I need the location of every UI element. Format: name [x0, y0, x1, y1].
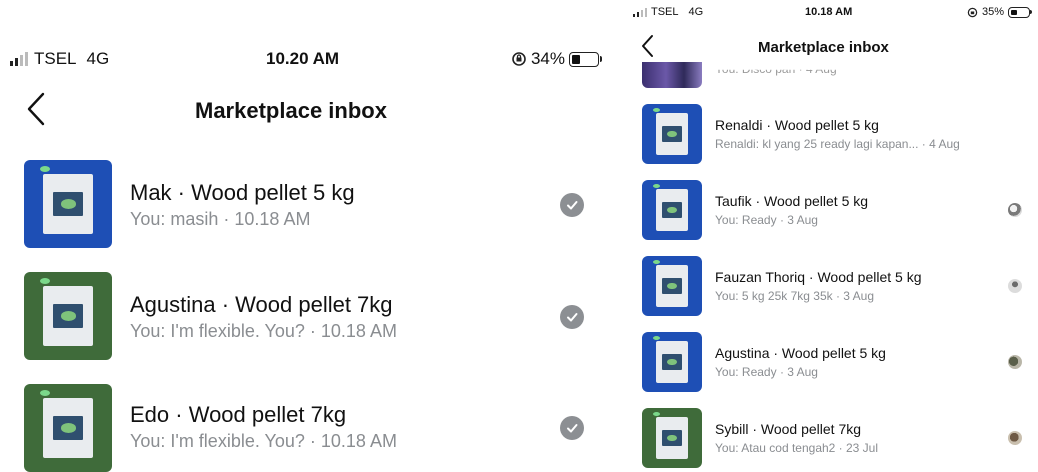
conversation-row[interactable]: Edo · Wood pellet 7kg You: I'm flexible.… — [0, 384, 615, 472]
seen-avatar — [1008, 355, 1022, 369]
right-screen: TSEL 4G 10.18 AM 35% Marketplace inbox Y… — [625, 0, 1038, 472]
listing-thumbnail — [642, 180, 702, 240]
signal-bars-icon — [633, 7, 647, 17]
check-circle-icon — [560, 416, 584, 440]
listing-thumbnail — [642, 408, 702, 468]
conversation-title: Agustina · Wood pellet 5 kg — [715, 345, 886, 361]
conversation-title: Agustina · Wood pellet 7kg — [130, 292, 393, 317]
conversation-row[interactable]: Agustina · Wood pellet 5 kg You: Ready ·… — [625, 332, 1038, 392]
conversation-title: Renaldi · Wood pellet 5 kg — [715, 117, 879, 133]
seen-avatar — [1008, 203, 1022, 217]
battery-percent: 35% — [981, 6, 1004, 18]
status-bar: TSEL 4G 10.20 AM 34% — [0, 46, 615, 72]
page-title: Marketplace inbox — [758, 39, 889, 56]
conversation-preview: You: masih · 10.18 AM — [130, 209, 311, 229]
status-left: TSEL 4G — [633, 6, 703, 18]
conversation-preview: Renaldi: kl yang 25 ready lagi kapan... … — [715, 137, 960, 151]
conversation-row[interactable]: Fauzan Thoriq · Wood pellet 5 kg You: 5 … — [625, 256, 1038, 316]
conversation-preview: You: Ready · 3 Aug — [715, 365, 818, 379]
nav-bar: Marketplace inbox — [625, 32, 1038, 62]
battery-percent: 34% — [530, 49, 565, 68]
nav-bar: Marketplace inbox — [0, 86, 615, 134]
conversation-title: Fauzan Thoriq · Wood pellet 5 kg — [715, 269, 922, 285]
conversation-preview: You: 5 kg 25k 7kg 35k · 3 Aug — [715, 289, 875, 303]
conversation-title: Mak · Wood pellet 5 kg — [130, 180, 355, 205]
conversation-row[interactable]: Renaldi · Wood pellet 5 kg Renaldi: kl y… — [625, 104, 1038, 164]
check-circle-icon — [560, 193, 584, 217]
page-title: Marketplace inbox — [195, 98, 387, 123]
conversation-preview: You: Ready · 3 Aug — [715, 213, 818, 227]
listing-thumbnail — [24, 384, 112, 472]
seen-avatar — [1008, 431, 1022, 445]
network-label: 4G — [86, 49, 110, 68]
status-left: TSEL 4G — [10, 49, 109, 69]
status-time: 10.18 AM — [805, 6, 853, 18]
left-screen: TSEL 4G 10.20 AM 34% Marketplace inbox M… — [0, 0, 615, 472]
conversation-row[interactable]: Sybill · Wood pellet 7kg You: Atau cod t… — [625, 408, 1038, 468]
battery-icon — [1008, 6, 1032, 18]
check-circle-icon — [560, 305, 584, 329]
listing-thumbnail — [642, 104, 702, 164]
listing-thumbnail — [24, 160, 112, 248]
chevron-left-icon[interactable] — [641, 34, 654, 58]
conversation-preview: You: I'm flexible. You? · 10.18 AM — [130, 321, 397, 341]
conversation-row[interactable]: Mak · Wood pellet 5 kg You: masih · 10.1… — [0, 160, 615, 248]
listing-thumbnail — [642, 332, 702, 392]
conversation-title: Edo · Wood pellet 7kg — [130, 402, 347, 427]
conversation-preview: You: I'm flexible. You? · 10.18 AM — [130, 431, 397, 451]
conversation-row[interactable]: Agustina · Wood pellet 7kg You: I'm flex… — [0, 272, 615, 360]
network-label: 4G — [688, 6, 704, 18]
battery-icon — [569, 51, 602, 67]
listing-thumbnail — [642, 256, 702, 316]
orientation-lock-icon — [512, 52, 526, 66]
chevron-left-icon[interactable] — [26, 92, 46, 126]
status-right: 35% — [967, 6, 1032, 18]
conversation-row[interactable]: Taufik · Wood pellet 5 kg You: Ready · 3… — [625, 180, 1038, 240]
conversation-title: Taufik · Wood pellet 5 kg — [715, 193, 869, 209]
status-right: 34% — [511, 49, 602, 69]
conversation-title: Sybill · Wood pellet 7kg — [715, 421, 862, 437]
status-time: 10.20 AM — [266, 49, 340, 68]
orientation-lock-icon — [967, 7, 978, 17]
conversation-preview-partial: You: Disco pan · 4 Aug — [715, 62, 837, 76]
conversation-preview: You: Atau cod tengah2 · 23 Jul — [715, 441, 879, 455]
carrier-label: TSEL — [34, 49, 77, 68]
signal-bars-icon — [10, 52, 28, 66]
seen-avatar — [1008, 279, 1022, 293]
listing-thumbnail — [24, 272, 112, 360]
carrier-label: TSEL — [651, 6, 679, 18]
listing-thumbnail-partial — [642, 62, 702, 88]
status-bar: TSEL 4G 10.18 AM 35% — [625, 3, 1038, 21]
